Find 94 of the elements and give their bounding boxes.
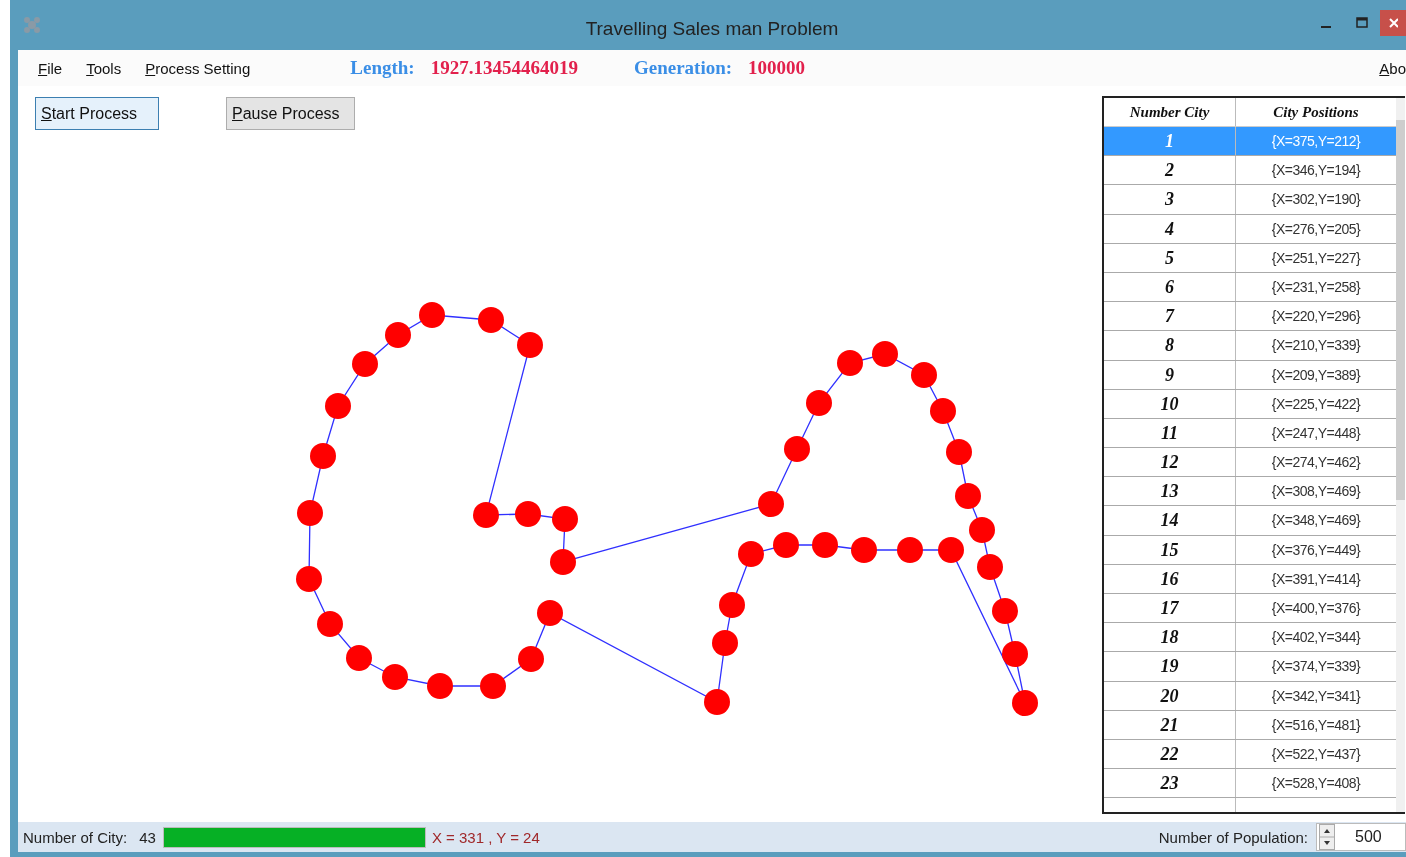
table-cell: 1 [1104,127,1236,156]
table-cell-text: {X=402,Y=344} [1270,628,1362,648]
table-cell: 10 [1104,389,1236,418]
table-row[interactable]: 17 {X=400,Y=376} [1104,594,1396,624]
population-spinner[interactable]: 500 [1316,823,1406,851]
table-row[interactable]: 12 {X=274,Y=462} [1104,448,1396,478]
menu-item[interactable]: Tools [74,59,134,77]
table-row[interactable]: 14 {X=348,Y=469} [1104,506,1396,536]
table-cell: 18 [1104,623,1236,652]
table-cell-text: {X=231,Y=258} [1270,277,1362,297]
close-button[interactable] [1380,10,1406,36]
table-row[interactable]: 3 {X=302,Y=190} [1104,185,1396,215]
table-cell: 22 [1104,739,1236,769]
table-cell-text: {X=346,Y=194} [1270,161,1362,181]
table-row[interactable]: 5 {X=251,Y=227} [1104,243,1396,273]
table-row[interactable]: 21 {X=516,Y=481} [1104,710,1396,740]
table-cell-text: {X=302,Y=190} [1270,190,1362,210]
menu-item[interactable]: File [18,59,75,77]
table-cell-text: {X=516,Y=481} [1270,715,1362,735]
table-row[interactable]: 19 {X=374,Y=339} [1104,652,1396,682]
table-cell-text: {X=220,Y=296} [1270,307,1362,327]
table-row[interactable]: 15 {X=376,Y=449} [1104,535,1396,565]
table-row[interactable]: 22 {X=522,Y=437} [1104,739,1396,770]
table-cell-text: {X=225,Y=422} [1270,394,1362,414]
spin-arrows-icon[interactable] [1319,824,1335,850]
table-row[interactable]: 6 {X=231,Y=258} [1104,272,1396,303]
table-cell: 16 [1104,564,1236,593]
table-cell-text: {X=375,Y=212} [1270,132,1362,151]
table-cell-text: {X=522,Y=437} [1270,744,1362,764]
window-title: Travelling Sales man Problem [585,18,839,40]
table-cell-text: {X=308,Y=469} [1270,482,1362,502]
table-row[interactable]: 23 {X=528,Y=408} [1104,769,1396,799]
stat-label: Length: [350,57,415,79]
city-count: 43 [139,828,156,846]
table-cell-text: {X=376,Y=449} [1270,540,1362,560]
table-row[interactable]: 16 {X=391,Y=414} [1104,564,1396,594]
city-count-label: Number of City: [23,828,128,846]
table-row[interactable]: 11 {X=247,Y=448} [1104,418,1396,449]
app-icon [22,15,42,35]
table-cell: 5 [1104,243,1236,272]
table-cell-text: {X=274,Y=462} [1270,453,1362,473]
table-cell: 2 [1104,156,1236,185]
scrollbar[interactable] [1396,98,1405,812]
table-cell: 7 [1104,302,1236,331]
table-cell-text: {X=374,Y=339} [1270,657,1362,677]
menu-item[interactable]: Process Setting [133,59,263,77]
table-cell: 19 [1104,652,1236,681]
table-cell-text: {X=276,Y=205} [1270,219,1362,239]
table-row[interactable]: 13 {X=308,Y=469} [1104,477,1396,507]
process-button[interactable]: Pause Process [226,97,355,130]
stat-value: 1927.13454464019 [430,57,578,79]
minimize-icon [1321,26,1331,28]
table-cell-text: {X=210,Y=339} [1270,336,1362,356]
table-cell-text: {X=348,Y=469} [1270,511,1362,531]
table-row[interactable]: 8 {X=210,Y=339} [1104,331,1396,361]
population-label: Number of Population: [1158,828,1308,846]
table-row[interactable]: 4 {X=276,Y=205} [1104,214,1396,244]
table-cell-text: {X=247,Y=448} [1270,423,1362,443]
table-cell: 21 [1104,710,1236,739]
table-cell: 23 [1104,769,1236,798]
table-cell-text: {X=528,Y=408} [1270,774,1362,794]
table-cell: 9 [1104,360,1236,389]
table-cell: 13 [1104,477,1236,506]
table-cell: 20 [1104,681,1236,710]
table-cell-text: {X=400,Y=376} [1270,599,1362,618]
table-cell: 8 [1104,331,1236,360]
table-cell: 11 [1104,418,1236,448]
column-header[interactable]: Number City [1104,98,1236,126]
table-row[interactable]: 18 {X=402,Y=344} [1104,623,1396,653]
column-header[interactable]: City Positions [1236,98,1396,126]
table-cell: 6 [1104,272,1236,302]
table-row[interactable]: 7 {X=220,Y=296} [1104,302,1396,332]
population-value: 500 [1355,828,1382,846]
mouse-position: X = 331 , Y = 24 [431,828,540,846]
maximize-icon [1356,17,1368,29]
table-row[interactable]: 2 {X=346,Y=194} [1104,156,1396,186]
close-icon [1388,17,1398,29]
process-button[interactable]: Start Process [35,97,159,130]
table-row[interactable]: 20 {X=342,Y=341} [1104,681,1396,711]
table-cell: 14 [1104,506,1236,535]
stat-value: 100000 [748,57,806,79]
table-cell: 15 [1104,535,1236,564]
table-cell-text: {X=391,Y=414} [1270,569,1362,589]
stat-label: Generation: [633,57,733,79]
table-cell: 12 [1104,448,1236,477]
table-cell: 3 [1104,185,1236,214]
table-cell-text: {X=251,Y=227} [1270,248,1362,268]
table-cell-text: {X=342,Y=341} [1270,686,1362,706]
table-row[interactable]: 10 {X=225,Y=422} [1104,389,1396,419]
table-cell: 4 [1104,214,1236,243]
table-cell: 17 [1104,594,1236,623]
menu-item[interactable]: Abo [1367,59,1406,77]
table-row[interactable]: 9 {X=209,Y=389} [1104,360,1396,390]
table-cell-text: {X=209,Y=389} [1270,365,1362,385]
